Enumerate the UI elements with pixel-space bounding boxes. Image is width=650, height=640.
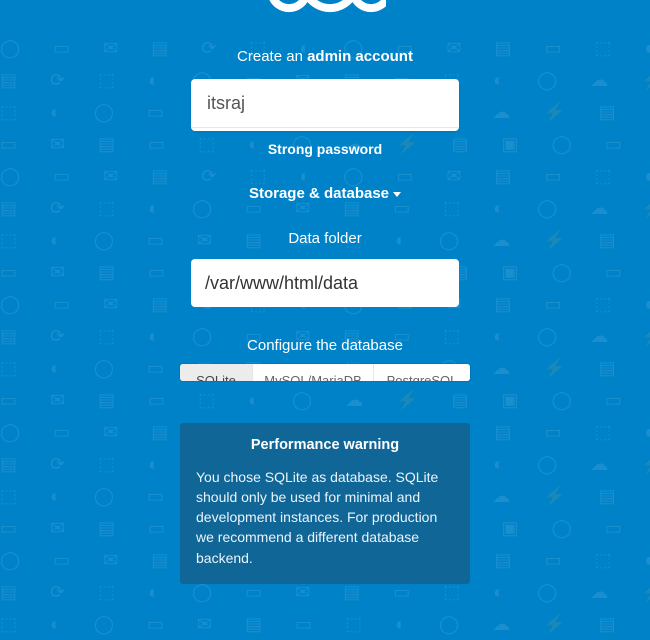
db-tab-sqlite[interactable]: SQLite <box>180 364 252 381</box>
app-logo <box>288 0 363 8</box>
create-admin-heading: Create an admin account <box>237 48 413 65</box>
password-strength-label: Strong password <box>268 141 382 157</box>
warning-title: Performance warning <box>196 437 454 453</box>
caret-down-icon <box>393 192 401 197</box>
db-tab-postgresql[interactable]: PostgreSQL <box>373 364 470 381</box>
performance-warning-panel: Performance warning You chose SQLite as … <box>180 423 470 584</box>
heading-bold: admin account <box>307 48 413 65</box>
warning-body: You chose SQLite as database. SQLite sho… <box>196 467 454 568</box>
configure-database-label: Configure the database <box>247 337 403 354</box>
data-folder-input[interactable] <box>191 259 459 307</box>
storage-database-toggle[interactable]: Storage & database <box>249 185 401 202</box>
data-folder-label: Data folder <box>288 230 361 247</box>
storage-toggle-label: Storage & database <box>249 185 389 202</box>
db-tab-mysql[interactable]: MySQL/MariaDB <box>252 364 373 381</box>
admin-form <box>191 79 459 131</box>
admin-password-input[interactable] <box>191 128 459 131</box>
heading-prefix: Create an <box>237 48 307 65</box>
data-folder-field-wrap <box>191 259 459 307</box>
database-tabs: SQLite MySQL/MariaDB PostgreSQL <box>180 364 470 381</box>
admin-username-input[interactable] <box>191 79 459 127</box>
